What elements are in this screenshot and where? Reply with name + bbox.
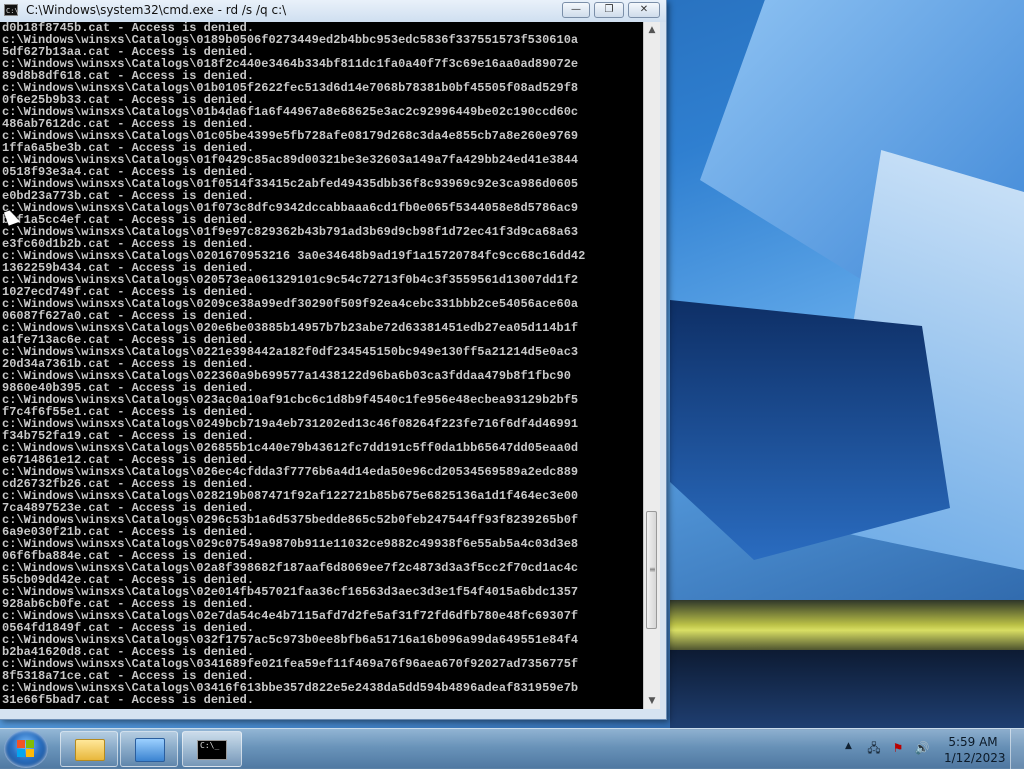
- start-button[interactable]: [4, 730, 48, 768]
- taskbar-control-panel-button[interactable]: [120, 731, 178, 767]
- cmd-icon[interactable]: C:\: [4, 4, 19, 16]
- volume-icon[interactable]: 🔊: [914, 741, 930, 755]
- windows-logo-icon: [17, 740, 35, 758]
- console-line: 31e66f5bad7.cat - Access is denied.: [2, 693, 255, 707]
- show-hidden-icons-icon[interactable]: ▲: [845, 741, 852, 751]
- network-icon[interactable]: 🖧: [866, 741, 882, 755]
- scrollbar-thumb[interactable]: ≡: [646, 510, 657, 629]
- action-center-flag-icon[interactable]: ⚑: [890, 741, 906, 755]
- window-title: C:\Windows\system32\cmd.exe - rd /s /q c…: [26, 3, 287, 17]
- control-panel-icon: [135, 738, 165, 762]
- vertical-scrollbar[interactable]: ▲ ≡ ▼: [643, 22, 660, 709]
- wallpaper-light-band: [670, 600, 1024, 655]
- taskbar: C:\_ ▲ 🖧 ⚑ 🔊 5:59 AM 1/12/2023: [0, 728, 1024, 769]
- taskbar-cmd-button[interactable]: C:\_: [182, 731, 242, 767]
- maximize-button[interactable]: ❐: [594, 2, 624, 18]
- scroll-up-icon[interactable]: ▲: [644, 22, 660, 38]
- console-output[interactable]: d0b18f8745b.cat - Access is denied. c:\Wi…: [0, 22, 643, 709]
- close-button[interactable]: ✕: [628, 2, 660, 18]
- grip-icon: ≡: [649, 564, 656, 574]
- folder-icon: [75, 739, 105, 761]
- console-lines: d0b18f8745b.cat - Access is denied. c:\Wi…: [0, 22, 643, 706]
- show-desktop-button[interactable]: [1010, 729, 1024, 769]
- minimize-button[interactable]: —: [562, 2, 590, 18]
- clock-date[interactable]: 1/12/2023: [944, 751, 1006, 765]
- window-titlebar[interactable]: C:\ C:\Windows\system32\cmd.exe - rd /s …: [0, 0, 666, 22]
- cmd-window[interactable]: C:\ C:\Windows\system32\cmd.exe - rd /s …: [0, 0, 667, 720]
- clock-time[interactable]: 5:59 AM: [946, 735, 1000, 749]
- taskbar-explorer-button[interactable]: [60, 731, 118, 767]
- cmd-icon: C:\_: [197, 740, 227, 760]
- scroll-down-icon[interactable]: ▼: [644, 693, 660, 709]
- wallpaper-shape: [670, 650, 1024, 730]
